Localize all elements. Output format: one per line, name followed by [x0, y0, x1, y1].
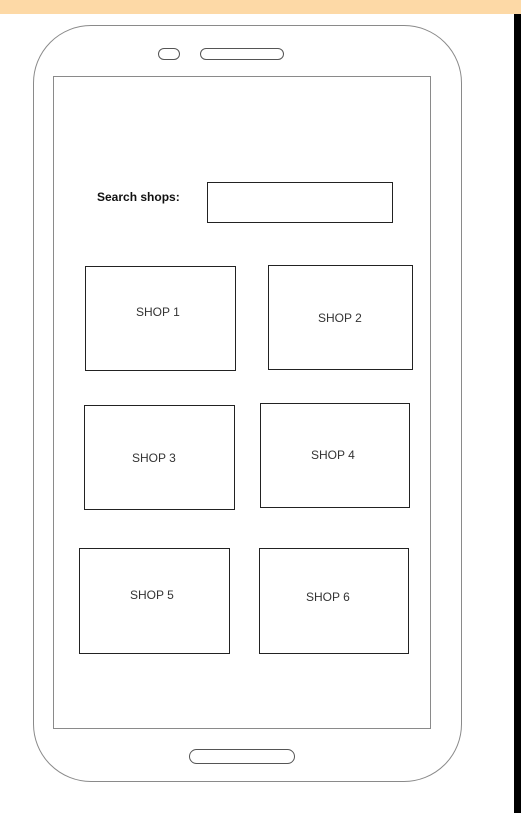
- shop-label-2: SHOP 2: [318, 311, 362, 325]
- search-label: Search shops:: [97, 190, 180, 204]
- wireframe-canvas: Search shops: SHOP 1 SHOP 2 SHOP 3 SHOP …: [0, 0, 521, 813]
- home-button[interactable]: [189, 749, 295, 764]
- search-input[interactable]: [207, 182, 393, 223]
- shop-label-5: SHOP 5: [130, 588, 174, 602]
- top-band: [0, 0, 521, 14]
- shop-label-1: SHOP 1: [136, 305, 180, 319]
- speaker-icon: [200, 48, 284, 60]
- shop-label-6: SHOP 6: [306, 590, 350, 604]
- shop-label-4: SHOP 4: [311, 448, 355, 462]
- camera-icon: [158, 48, 180, 60]
- right-edge-bar: [514, 14, 521, 813]
- shop-label-3: SHOP 3: [132, 451, 176, 465]
